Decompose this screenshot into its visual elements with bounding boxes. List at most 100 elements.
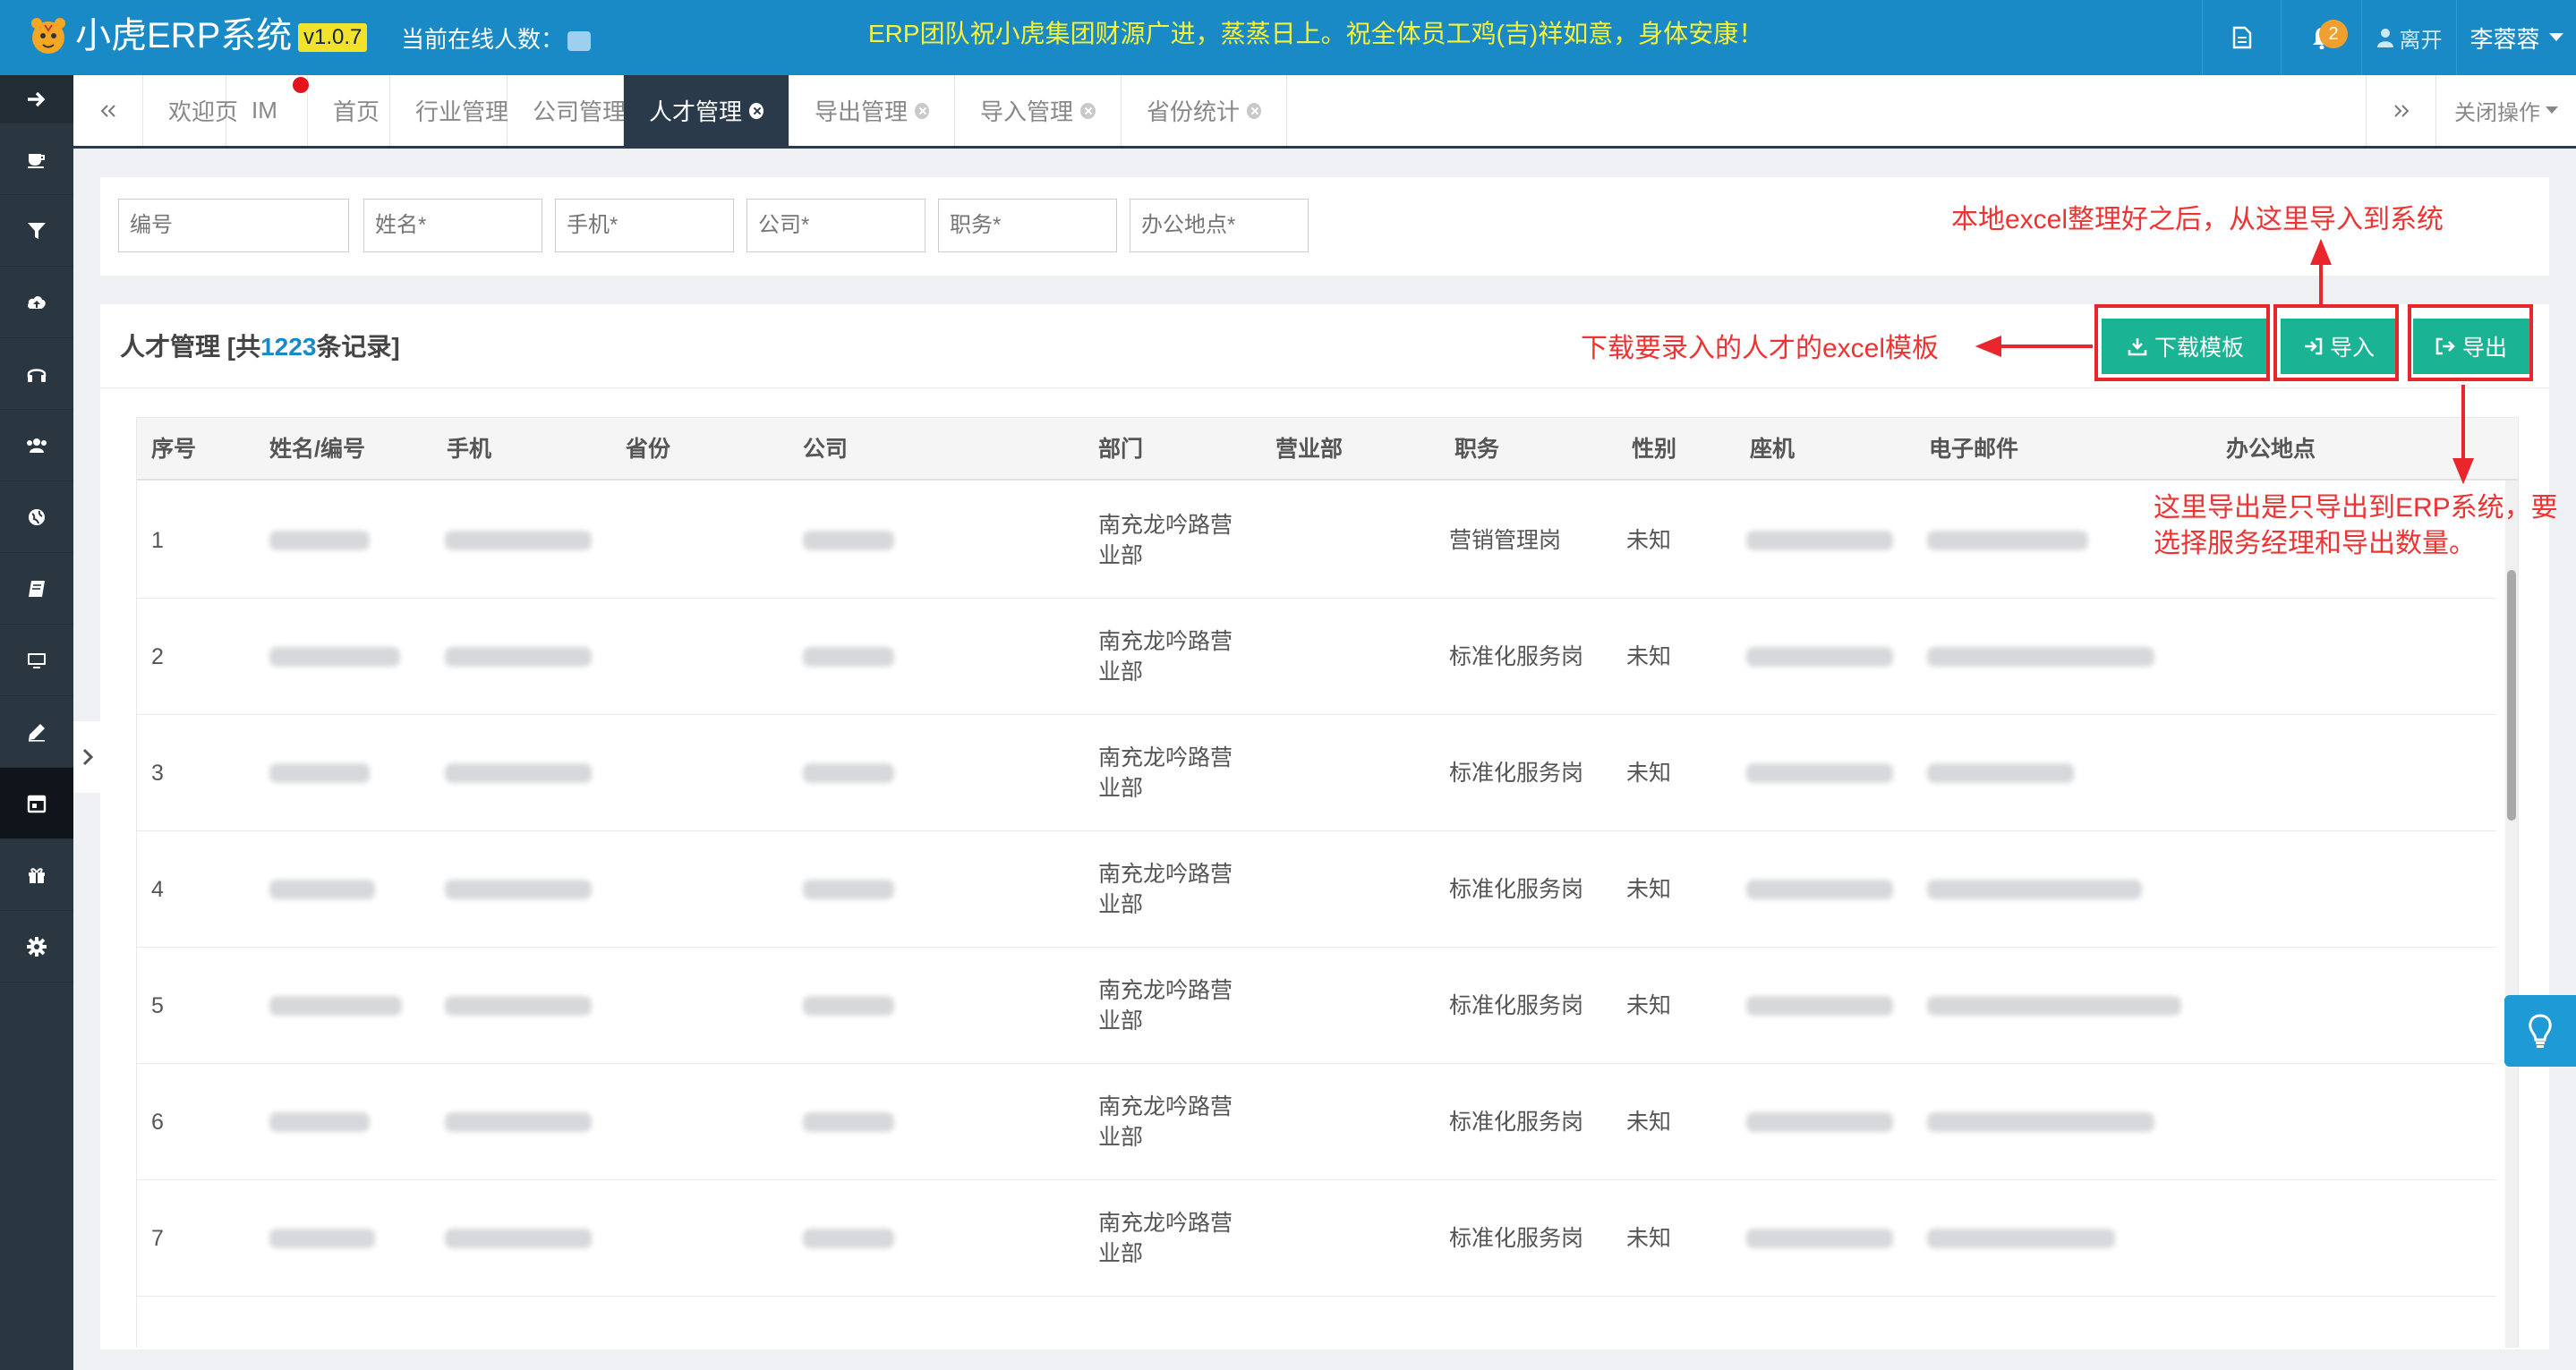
scrollbar-thumb[interactable] <box>2507 570 2516 821</box>
email-redacted <box>1927 531 2088 550</box>
vertical-scrollbar[interactable] <box>2505 481 2518 1348</box>
landline-redacted <box>1746 996 1893 1016</box>
landline-redacted <box>1746 531 1893 550</box>
coffee-icon <box>28 153 45 168</box>
position-cell: 标准化服务岗 <box>1449 644 1584 669</box>
department-line: 南充龙吟路营 <box>1098 1211 1233 1236</box>
name-redacted <box>269 996 402 1016</box>
sidebar-item-edit[interactable] <box>0 696 73 768</box>
tab-import[interactable]: 导入管理 <box>955 75 1122 146</box>
column-header[interactable]: 部门 <box>1098 418 1143 481</box>
tab-im[interactable]: IM <box>226 75 309 146</box>
sidebar-item-coffee[interactable] <box>0 123 73 195</box>
column-header[interactable]: 手机 <box>447 418 491 481</box>
table-row[interactable]: 2 南充龙吟路营 业部 标准化服务岗 未知 <box>137 599 2496 715</box>
sidebar-item-gift[interactable] <box>0 839 73 911</box>
tab-province-stats[interactable]: 省份统计 <box>1122 75 1287 146</box>
sidebar-item-desktop[interactable] <box>0 625 73 696</box>
close-icon[interactable] <box>915 102 929 119</box>
tab-talent[interactable]: 人才管理 <box>624 75 789 146</box>
close-icon[interactable] <box>1247 102 1261 119</box>
email-redacted <box>1927 996 2181 1016</box>
landline-redacted <box>1746 880 1893 899</box>
position-cell: 标准化服务岗 <box>1449 877 1584 902</box>
department-cell: 南充龙吟路营 业部 <box>1098 626 1233 687</box>
notification-button[interactable]: 2 <box>2281 0 2361 75</box>
tab-company[interactable]: 公司管理 <box>508 75 627 146</box>
sidebar-item-book[interactable] <box>0 553 73 625</box>
help-tip-button[interactable] <box>2504 995 2576 1067</box>
table-row[interactable]: 3 南充龙吟路营 业部 标准化服务岗 未知 <box>137 715 2496 831</box>
document-button[interactable] <box>2202 0 2281 75</box>
id-search-input[interactable] <box>118 199 349 252</box>
tab-label: 公司管理 <box>533 98 627 125</box>
sidebar-item-filter[interactable] <box>0 195 73 267</box>
tab-scroll-left-button[interactable] <box>73 75 143 146</box>
sidebar-toggle[interactable] <box>0 75 73 123</box>
name-search-input[interactable] <box>363 199 542 252</box>
department-cell: 南充龙吟路营 业部 <box>1098 1092 1233 1153</box>
calendar-icon <box>27 795 47 813</box>
column-header[interactable]: 电子邮件 <box>1929 418 2018 481</box>
tab-home[interactable]: 首页 <box>308 75 390 146</box>
sidebar-item-users[interactable] <box>0 410 73 481</box>
tab-industry[interactable]: 行业管理 <box>390 75 508 146</box>
office-search-input[interactable] <box>1130 199 1309 252</box>
gender-cell: 未知 <box>1626 993 1672 1018</box>
sidebar-item-settings[interactable] <box>0 911 73 983</box>
table-row[interactable]: 6 南充龙吟路营 业部 标准化服务岗 未知 <box>137 1064 2496 1180</box>
phone-redacted <box>445 1112 592 1132</box>
tab-label: 省份统计 <box>1147 98 1241 125</box>
row-number: 4 <box>151 877 164 902</box>
sidebar-item-globe[interactable] <box>0 481 73 553</box>
expand-sidebar-handle[interactable] <box>73 721 102 793</box>
logout-button[interactable]: 离开 <box>2361 0 2456 75</box>
column-header[interactable]: 姓名/编号 <box>269 418 365 481</box>
column-header[interactable]: 职务 <box>1454 418 1499 481</box>
sidebar-item-talent[interactable] <box>0 768 73 839</box>
tab-label: 人才管理 <box>649 98 743 125</box>
column-header[interactable]: 序号 <box>151 418 196 481</box>
online-count: 当前在线人数： <box>401 23 592 55</box>
column-header[interactable]: 座机 <box>1750 418 1795 481</box>
double-chevron-left-icon <box>100 104 115 117</box>
table-row[interactable]: 5 南充龙吟路营 业部 标准化服务岗 未知 <box>137 948 2496 1064</box>
gender-cell: 未知 <box>1626 1110 1672 1135</box>
tab-welcome[interactable]: 欢迎页 <box>143 75 238 146</box>
phone-redacted <box>445 880 592 899</box>
user-icon <box>2376 29 2393 47</box>
column-header[interactable]: 办公地点 <box>2226 418 2316 481</box>
row-number: 5 <box>151 993 164 1018</box>
name-redacted <box>269 1229 375 1248</box>
position-search-input[interactable] <box>938 199 1117 252</box>
table-row[interactable]: 7 南充龙吟路营 业部 标准化服务岗 未知 <box>137 1180 2496 1297</box>
column-header[interactable]: 性别 <box>1632 418 1676 481</box>
landline-redacted <box>1746 763 1893 783</box>
tab-scroll-right-button[interactable] <box>2366 75 2435 146</box>
company-search-input[interactable] <box>746 199 925 252</box>
tab-export[interactable]: 导出管理 <box>789 75 955 146</box>
tab-label: 首页 <box>333 98 380 125</box>
sidebar-item-headphones[interactable] <box>0 338 73 410</box>
close-icon[interactable] <box>1080 102 1096 119</box>
company-redacted <box>803 531 894 550</box>
close-icon[interactable] <box>749 102 763 119</box>
table-row[interactable]: 1 南充龙吟路营 业部 营销管理岗 未知 <box>137 482 2496 599</box>
name-redacted <box>269 531 370 550</box>
column-header[interactable]: 公司 <box>803 418 848 481</box>
headphones-icon <box>27 368 47 382</box>
close-operations-dropdown[interactable]: 关闭操作 <box>2435 75 2576 146</box>
phone-search-input[interactable] <box>555 199 734 252</box>
double-chevron-right-icon <box>2393 104 2409 117</box>
close-ops-label: 关闭操作 <box>2454 101 2540 125</box>
sidebar-item-upload[interactable] <box>0 267 73 338</box>
user-menu[interactable]: 李蓉蓉 <box>2456 0 2576 75</box>
export-annotation-line2: 选择服务经理和导出数量。 <box>2154 529 2476 558</box>
lightbulb-icon <box>2529 1014 2552 1048</box>
column-header[interactable]: 营业部 <box>1275 418 1343 481</box>
tiger-logo-icon <box>31 18 65 54</box>
email-redacted <box>1927 763 2074 783</box>
table-row[interactable]: 4 南充龙吟路营 业部 标准化服务岗 未知 <box>137 831 2496 948</box>
caret-down-icon <box>2548 33 2563 41</box>
column-header[interactable]: 省份 <box>626 418 670 481</box>
